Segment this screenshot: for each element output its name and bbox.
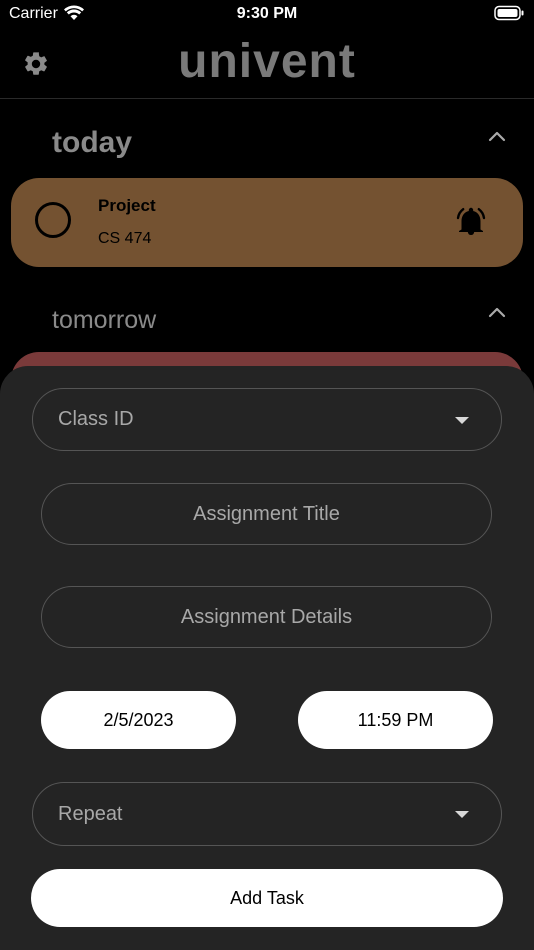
assignment-details-placeholder: Assignment Details: [180, 605, 353, 628]
time-picker-button[interactable]: 11:59 PM: [298, 691, 493, 749]
section-header-tomorrow[interactable]: tomorrow: [0, 300, 534, 340]
app-title: univent: [178, 35, 356, 88]
complete-toggle[interactable]: [35, 202, 71, 238]
chevron-up-icon[interactable]: [488, 306, 506, 318]
app-header: univent: [0, 30, 534, 99]
repeat-label: Repeat: [58, 802, 123, 825]
task-title: Project: [98, 196, 156, 215]
status-bar: Carrier 9:30 PM: [0, 0, 534, 30]
add-task-sheet: Class ID Assignment Title Assignment Det…: [0, 366, 534, 950]
status-time: 9:30 PM: [236, 5, 298, 22]
class-id-label: Class ID: [58, 408, 134, 430]
assignment-title-input[interactable]: Assignment Title: [41, 483, 492, 545]
repeat-dropdown[interactable]: Repeat: [32, 782, 502, 846]
section-title-today: today: [52, 126, 133, 159]
assignment-title-placeholder: Assignment Title: [193, 502, 340, 525]
task-card[interactable]: Project CS 474: [11, 178, 523, 267]
caret-down-icon: [455, 811, 469, 818]
bell-icon[interactable]: [453, 204, 489, 240]
chevron-up-icon[interactable]: [488, 130, 506, 142]
battery-icon: [494, 5, 524, 21]
class-id-dropdown[interactable]: Class ID: [32, 388, 502, 451]
task-course: CS 474: [98, 230, 152, 247]
assignment-details-input[interactable]: Assignment Details: [41, 586, 492, 648]
date-picker-button[interactable]: 2/5/2023: [41, 691, 236, 749]
add-task-button[interactable]: Add Task: [31, 869, 503, 927]
section-header-today[interactable]: today: [0, 120, 534, 170]
caret-down-icon: [455, 416, 469, 424]
section-title-tomorrow: tomorrow: [52, 306, 157, 334]
